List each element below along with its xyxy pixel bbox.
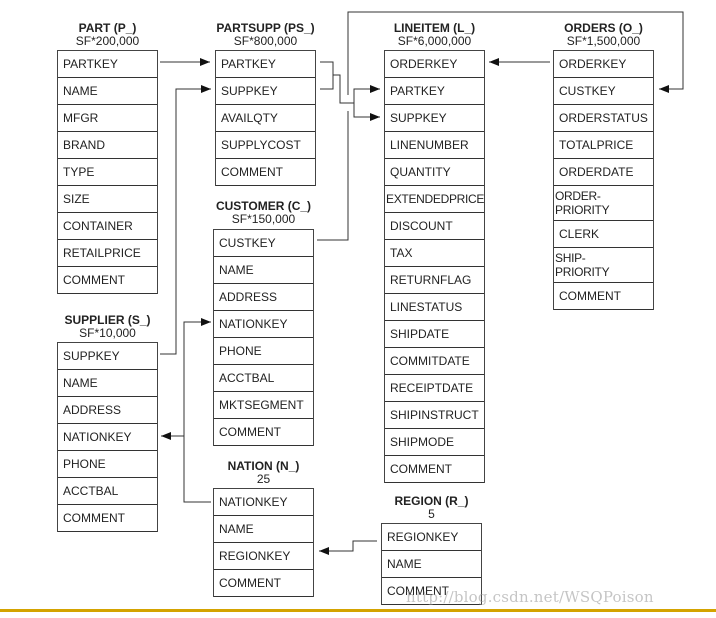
column-regionkey: REGIONKEY — [214, 543, 313, 570]
column-supplycost: SUPPLYCOST — [216, 132, 315, 159]
column-extendedprice: EXTENDEDPRICE — [385, 186, 484, 213]
nation-table-title: NATION (N_) 25 — [193, 460, 334, 486]
link-region-nation — [319, 540, 377, 555]
column-partkey: PARTKEY — [385, 78, 484, 105]
column-receiptdate: RECEIPTDATE — [385, 375, 484, 402]
table-row-count: SF*200,000 — [75, 34, 140, 48]
column-nationkey: NATIONKEY — [214, 311, 313, 338]
table-row-count: SF*1,500,000 — [566, 34, 641, 48]
column-linenumber: LINENUMBER — [385, 132, 484, 159]
column-comment: COMMENT — [216, 159, 315, 186]
table-row-count: SF*6,000,000 — [397, 34, 472, 48]
table-row-count: SF*800,000 — [233, 34, 298, 48]
column-comment: COMMENT — [385, 456, 484, 483]
column-name: NAME — [214, 257, 313, 284]
column-name: NAME — [58, 370, 157, 397]
table-row-count: 25 — [256, 472, 271, 486]
lineitem-table: ORDERKEY PARTKEY SUPPKEY LINENUMBER QUANTITY… — [384, 50, 485, 483]
column-regionkey: REGIONKEY — [382, 524, 481, 551]
column-mktsegment: MKTSEGMENT — [214, 392, 313, 419]
column-nationkey: NATIONKEY — [58, 424, 157, 451]
customer-table: CUSTKEY NAME ADDRESS NATIONKEY PHONE ACCTBAL M… — [213, 229, 314, 446]
column-name: NAME — [58, 78, 157, 105]
schema-diagram: PART (P_) SF*200,000 PARTKEY NAME MFGR BRAND T… — [0, 0, 716, 618]
column-linestatus: LINESTATUS — [385, 294, 484, 321]
region-table-title: REGION (R_) 5 — [361, 495, 502, 521]
column-custkey: CUSTKEY — [214, 230, 313, 257]
column-commitdate: COMMITDATE — [385, 348, 484, 375]
column-shipdate: SHIPDATE — [385, 321, 484, 348]
table-columns: PARTKEY SUPPKEY AVAILQTY SUPPLYCOST COMMENT — [215, 50, 316, 186]
column-shipmode: SHIPMODE — [385, 429, 484, 456]
column-comment: COMMENT — [214, 570, 313, 597]
table-columns: CUSTKEY NAME ADDRESS NATIONKEY PHONE ACCTBAL M… — [213, 229, 314, 446]
partsupp-table-title: PARTSUPP (PS_) SF*800,000 — [195, 22, 336, 48]
column-nationkey: NATIONKEY — [214, 489, 313, 516]
column-tax: TAX — [385, 240, 484, 267]
column-comment: COMMENT — [58, 505, 157, 532]
column-orderstatus: ORDERSTATUS — [554, 105, 653, 132]
column-mfgr: MFGR — [58, 105, 157, 132]
part-table: PARTKEY NAME MFGR BRAND TYPE SIZE CONTAINER RET… — [57, 50, 158, 294]
column-phone: PHONE — [214, 338, 313, 365]
column-orderdate: ORDERDATE — [554, 159, 653, 186]
column-shippriority: SHIP- PRIORITY — [554, 248, 653, 283]
column-type: TYPE — [58, 159, 157, 186]
orders-table: ORDERKEY CUSTKEY ORDERSTATUS TOTALPRICE ORDE… — [553, 50, 654, 310]
link-partsupp-bracket — [320, 61, 354, 104]
column-comment: COMMENT — [554, 283, 653, 310]
column-shipinstruct: SHIPINSTRUCT — [385, 402, 484, 429]
column-partkey: PARTKEY — [216, 51, 315, 78]
partsupp-table: PARTKEY SUPPKEY AVAILQTY SUPPLYCOST COMMENT — [215, 50, 316, 186]
table-columns: ORDERKEY PARTKEY SUPPKEY LINENUMBER QUANTITY… — [384, 50, 485, 483]
column-size: SIZE — [58, 186, 157, 213]
column-acctbal: ACCTBAL — [58, 478, 157, 505]
column-acctbal: ACCTBAL — [214, 365, 313, 392]
customer-table-title: CUSTOMER (C_) SF*150,000 — [193, 200, 334, 226]
column-orderkey: ORDERKEY — [554, 51, 653, 78]
column-name: NAME — [382, 551, 481, 578]
part-table-title: PART (P_) SF*200,000 — [37, 22, 178, 48]
column-address: ADDRESS — [58, 397, 157, 424]
lineitem-table-title: LINEITEM (L_) SF*6,000,000 — [364, 22, 505, 48]
table-columns: ORDERKEY CUSTKEY ORDERSTATUS TOTALPRICE ORDE… — [553, 50, 654, 310]
orders-table-title: ORDERS (O_) SF*1,500,000 — [533, 22, 674, 48]
column-suppkey: SUPPKEY — [216, 78, 315, 105]
table-row-count: 5 — [428, 507, 435, 521]
table-columns: NATIONKEY NAME REGIONKEY COMMENT — [213, 488, 314, 597]
table-columns: SUPPKEY NAME ADDRESS NATIONKEY PHONE ACCTBAL C… — [57, 342, 158, 532]
column-returnflag: RETURNFLAG — [385, 267, 484, 294]
column-totalprice: TOTALPRICE — [554, 132, 653, 159]
column-retailprice: RETAILPRICE — [58, 240, 157, 267]
column-quantity: QUANTITY — [385, 159, 484, 186]
column-suppkey: SUPPKEY — [58, 343, 157, 370]
table-columns: PARTKEY NAME MFGR BRAND TYPE SIZE CONTAINER RET… — [57, 50, 158, 294]
column-brand: BRAND — [58, 132, 157, 159]
column-custkey: CUSTKEY — [554, 78, 653, 105]
column-container: CONTAINER — [58, 213, 157, 240]
column-suppkey: SUPPKEY — [385, 105, 484, 132]
watermark: http://blog.csdn.net/WSQPoison — [406, 588, 654, 606]
column-name: NAME — [214, 516, 313, 543]
table-row-count: SF*10,000 — [79, 326, 136, 340]
link-partsupp-lineitem-partkey — [353, 85, 380, 103]
column-comment: COMMENT — [214, 419, 313, 446]
column-address: ADDRESS — [214, 284, 313, 311]
supplier-table: SUPPKEY NAME ADDRESS NATIONKEY PHONE ACCTBAL C… — [57, 342, 158, 532]
link-partsupp-lineitem-suppkey — [353, 103, 380, 121]
column-orderkey: ORDERKEY — [385, 51, 484, 78]
table-row-count: SF*150,000 — [231, 212, 296, 226]
column-discount: DISCOUNT — [385, 213, 484, 240]
column-orderpriority: ORDER- PRIORITY — [554, 186, 653, 221]
bottom-rule — [0, 609, 716, 612]
column-comment: COMMENT — [58, 267, 157, 294]
column-availqty: AVAILQTY — [216, 105, 315, 132]
column-phone: PHONE — [58, 451, 157, 478]
nation-table: NATIONKEY NAME REGIONKEY COMMENT — [213, 488, 314, 597]
column-partkey: PARTKEY — [58, 51, 157, 78]
supplier-table-title: SUPPLIER (S_) SF*10,000 — [37, 314, 178, 340]
column-clerk: CLERK — [554, 221, 653, 248]
